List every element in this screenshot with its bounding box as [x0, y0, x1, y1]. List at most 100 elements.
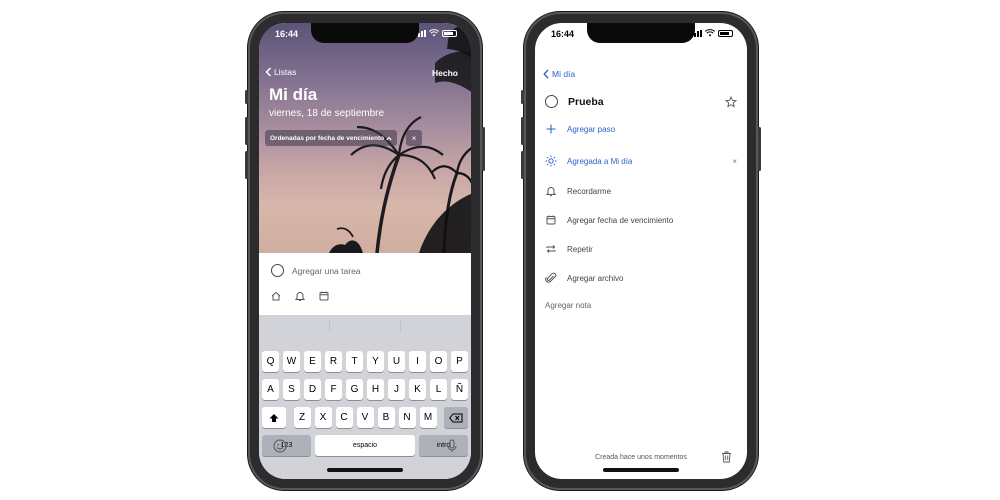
plus-icon: [546, 124, 556, 134]
add-file-button[interactable]: Agregar archivo: [545, 272, 737, 284]
task-title[interactable]: Prueba: [568, 96, 725, 108]
backspace-icon: [449, 413, 463, 422]
key-r[interactable]: R: [325, 351, 342, 372]
key-m[interactable]: M: [419, 407, 437, 428]
key-c[interactable]: C: [335, 407, 353, 428]
key-a[interactable]: A: [262, 379, 279, 400]
phone-right: 16:44 Mi día Prueba Agregar paso Agregad…: [521, 12, 761, 490]
key-g[interactable]: G: [346, 379, 363, 400]
key-j[interactable]: J: [388, 379, 405, 400]
mute-switch: [521, 90, 524, 104]
list-date: viernes, 18 de septiembre: [269, 108, 385, 119]
remind-me-button[interactable]: Recordarme: [545, 185, 737, 197]
key-k[interactable]: K: [409, 379, 426, 400]
paperclip-icon: [545, 272, 557, 283]
key-u[interactable]: U: [388, 351, 405, 372]
key-y[interactable]: Y: [367, 351, 384, 372]
key-v[interactable]: V: [356, 407, 374, 428]
star-icon[interactable]: [725, 95, 737, 108]
key-row-1: QWERTYUIOP: [259, 351, 471, 372]
screen-my-day: 16:44 Listas Hecho Mi día viernes, 18 de…: [259, 23, 471, 479]
add-task-sheet: Agregar una tarea: [259, 253, 471, 315]
task-header: Prueba: [545, 95, 737, 108]
clear-sort-button[interactable]: ×: [406, 130, 422, 146]
key-e[interactable]: E: [304, 351, 321, 372]
shift-key[interactable]: [262, 407, 286, 428]
suggestion-bar: [259, 315, 471, 337]
calendar-icon[interactable]: [318, 290, 330, 302]
home-indicator[interactable]: [327, 468, 403, 472]
back-to-lists-button[interactable]: Listas: [265, 67, 296, 77]
key-q[interactable]: Q: [262, 351, 279, 372]
notch: [311, 23, 419, 43]
chevron-up-icon: [386, 136, 392, 140]
key-s[interactable]: S: [283, 379, 300, 400]
notch: [587, 23, 695, 43]
calendar-icon: [546, 215, 556, 225]
task-circle-icon: [271, 264, 284, 277]
back-to-my-day-button[interactable]: Mi día: [543, 69, 575, 79]
add-step-button[interactable]: Agregar paso: [545, 123, 737, 135]
microphone-icon[interactable]: [447, 439, 457, 453]
key-d[interactable]: D: [304, 379, 321, 400]
volume-up-button: [245, 117, 248, 145]
add-due-date-button[interactable]: Agregar fecha de vencimiento: [545, 214, 737, 226]
key-b[interactable]: B: [377, 407, 395, 428]
key-z[interactable]: Z: [293, 407, 311, 428]
screen-task-detail: 16:44 Mi día Prueba Agregar paso Agregad…: [535, 23, 747, 479]
repeat-icon: [546, 245, 556, 253]
key-ñ[interactable]: Ñ: [451, 379, 468, 400]
list-title: Mi día: [269, 85, 318, 104]
key-n[interactable]: N: [398, 407, 416, 428]
key-o[interactable]: O: [430, 351, 447, 372]
delete-key[interactable]: [444, 407, 468, 428]
key-row-3: ZXCVBNM: [259, 407, 471, 428]
trash-icon[interactable]: [721, 451, 732, 463]
volume-up-button: [521, 117, 524, 145]
back-label: Listas: [274, 67, 297, 77]
key-h[interactable]: H: [367, 379, 384, 400]
added-to-my-day-label: Agregada a Mi día: [567, 156, 633, 166]
wifi-icon: [705, 29, 715, 37]
volume-down-button: [521, 151, 524, 179]
my-day-icon[interactable]: [270, 290, 282, 302]
emoji-icon[interactable]: [273, 439, 287, 453]
bell-icon[interactable]: [294, 290, 306, 302]
chevron-left-icon: [265, 67, 272, 77]
key-w[interactable]: W: [283, 351, 300, 372]
key-p[interactable]: P: [451, 351, 468, 372]
mute-switch: [245, 90, 248, 104]
status-time: 16:44: [275, 29, 299, 39]
add-task-input[interactable]: Agregar una tarea: [292, 266, 361, 276]
add-due-date-label: Agregar fecha de vencimiento: [567, 215, 674, 225]
key-i[interactable]: I: [409, 351, 426, 372]
home-indicator[interactable]: [603, 468, 679, 472]
remove-from-my-day-button[interactable]: ×: [732, 157, 737, 166]
keyboard-bottom-bar: [273, 439, 457, 453]
key-l[interactable]: L: [430, 379, 447, 400]
complete-task-checkbox[interactable]: [545, 95, 558, 108]
shift-icon: [269, 413, 279, 422]
repeat-button[interactable]: Repetir: [545, 243, 737, 255]
add-step-label: Agregar paso: [567, 124, 616, 134]
done-button[interactable]: Hecho: [432, 68, 458, 78]
power-button: [758, 127, 761, 171]
key-f[interactable]: F: [325, 379, 342, 400]
sort-order-label: Ordenadas por fecha de vencimiento: [270, 134, 385, 142]
volume-down-button: [245, 151, 248, 179]
sort-order-chip[interactable]: Ordenadas por fecha de vencimiento: [265, 130, 398, 146]
remind-me-label: Recordarme: [567, 186, 612, 196]
add-file-label: Agregar archivo: [567, 273, 624, 283]
added-to-my-day-row[interactable]: Agregada a Mi día ×: [545, 155, 737, 167]
sun-icon: [545, 155, 557, 167]
battery-icon: [718, 29, 733, 37]
key-t[interactable]: T: [346, 351, 363, 372]
battery-icon: [442, 29, 457, 37]
keyboard: QWERTYUIOP ASDFGHJKLÑ ZXCVBNM 123 espaci…: [259, 315, 471, 479]
repeat-label: Repetir: [567, 244, 593, 254]
key-x[interactable]: X: [314, 407, 332, 428]
power-button: [482, 127, 485, 171]
wifi-icon: [429, 29, 439, 37]
bell-icon: [545, 187, 557, 197]
add-note-field[interactable]: Agregar nota: [545, 301, 591, 310]
